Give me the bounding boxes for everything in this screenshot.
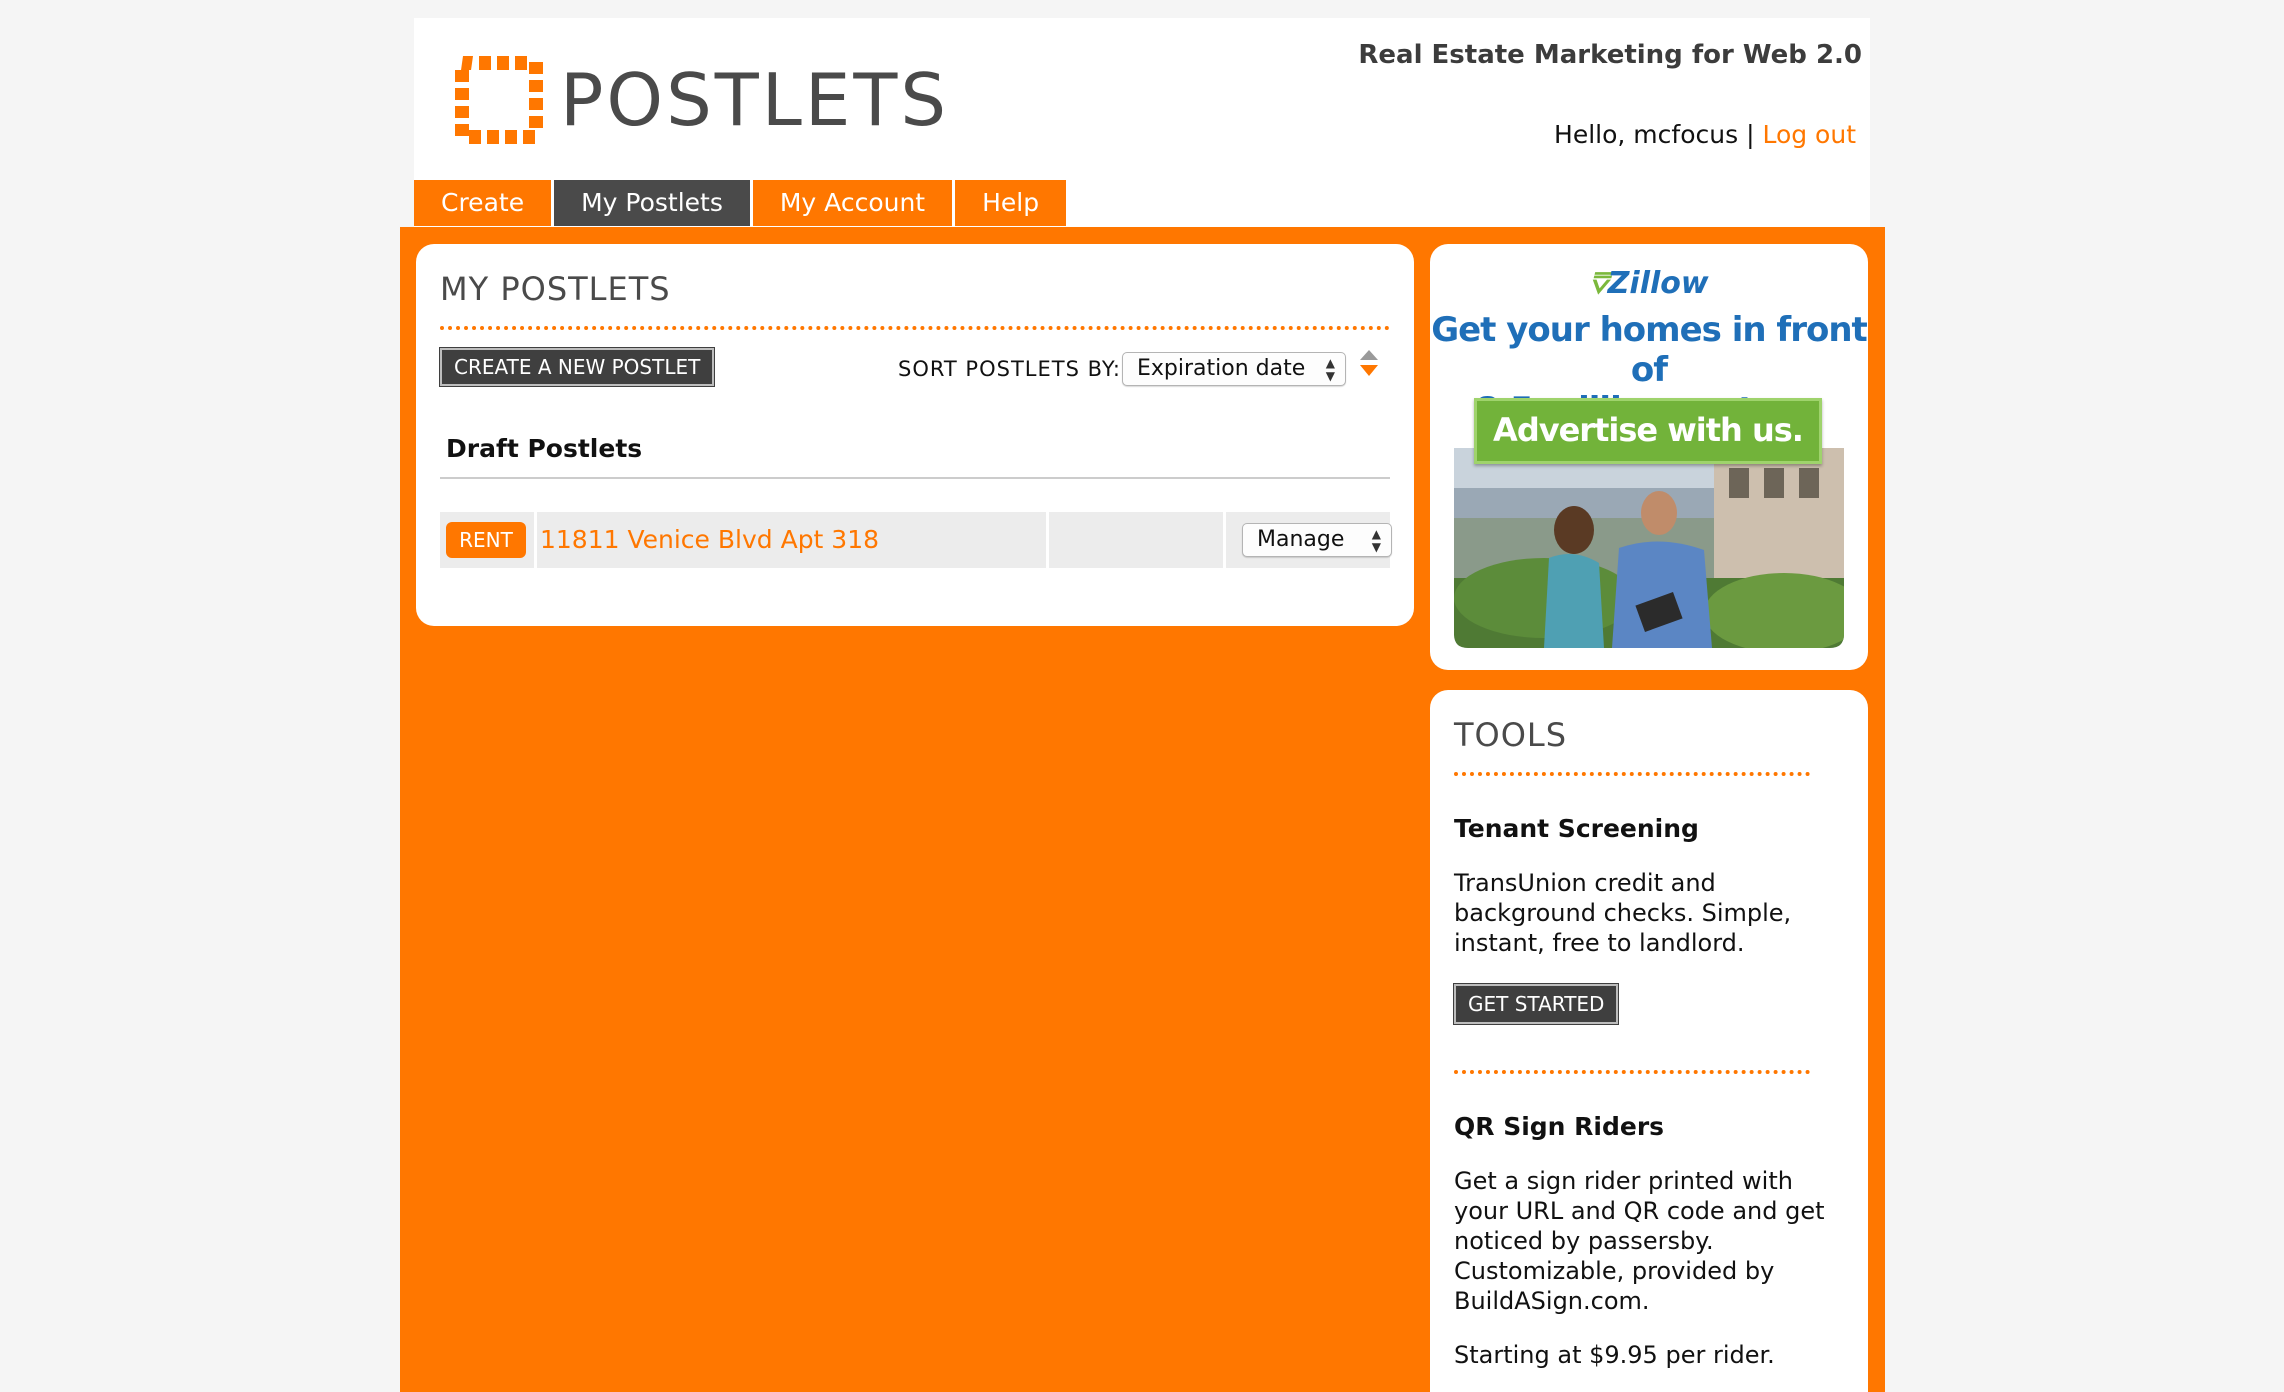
get-started-button[interactable]: GET STARTED [1452,983,1620,1025]
advertise-button[interactable]: Advertise with us. [1474,398,1822,464]
zillow-brand: Zillow [1607,266,1709,301]
tab-my-account[interactable]: My Account [752,180,953,226]
ad-photo [1454,448,1844,648]
greeting-separator: | [1746,120,1755,149]
manage-select[interactable]: Manage ▲ ▼ [1242,523,1392,557]
postlets-logo-icon [455,56,543,144]
tenant-screening-text: TransUnion credit and background checks.… [1454,869,1792,957]
title-divider [440,326,1390,330]
sort-select[interactable]: Expiration date ▲ ▼ [1122,352,1346,386]
logo-wordmark[interactable]: POSTLETS [560,58,949,142]
select-arrows-icon: ▲ ▼ [1325,356,1335,383]
section-divider [440,477,1390,479]
cell-divider [1046,512,1049,568]
table-row: RENT 11811 Venice Blvd Apt 318 Manage ▲ ▼ [440,512,1392,568]
zillow-logo: ⩢Zillow [1430,266,1868,301]
greeting-text: Hello, mcfocus [1554,120,1739,149]
tools-title: TOOLS [1454,716,1568,754]
manage-select-value: Manage [1257,527,1345,552]
tab-my-postlets[interactable]: My Postlets [554,180,750,226]
main-nav: Create My Postlets My Account Help [414,180,1069,226]
zillow-z-icon: ⩢ [1589,266,1608,301]
user-greeting: Hello, mcfocus | Log out [1554,120,1856,149]
page-title: MY POSTLETS [440,270,671,308]
rent-badge: RENT [446,522,526,558]
tools-item-divider [1454,1070,1810,1074]
tab-create[interactable]: Create [414,180,552,226]
cell-divider [1223,512,1226,568]
draft-postlets-heading: Draft Postlets [446,434,643,463]
listing-address-link[interactable]: 11811 Venice Blvd Apt 318 [540,522,879,558]
ad-headline-line1: Get your homes in front of [1431,310,1868,390]
qr-sign-riders-price: Starting at $9.95 per rider. [1454,1341,1775,1369]
tenant-screening-heading: Tenant Screening [1454,814,1699,843]
sort-select-value: Expiration date [1137,356,1306,381]
qr-sign-riders-text: Get a sign rider printed with your URL a… [1454,1167,1825,1315]
my-postlets-panel: MY POSTLETS CREATE A NEW POSTLET SORT PO… [416,244,1414,626]
sort-label: SORT POSTLETS BY: [898,357,1121,381]
logout-link[interactable]: Log out [1762,120,1856,149]
tools-title-divider [1454,772,1810,776]
qr-sign-riders-heading: QR Sign Riders [1454,1112,1665,1141]
tab-help[interactable]: Help [955,180,1067,226]
select-arrows-icon: ▲ ▼ [1371,527,1381,554]
create-new-postlet-button[interactable]: CREATE A NEW POSTLET [438,347,716,387]
zillow-ad-panel[interactable]: ⩢Zillow Get your homes in front of 8.5 m… [1430,244,1868,670]
cell-divider [534,512,537,568]
sort-direction-icon[interactable] [1358,348,1380,380]
tools-panel: TOOLS Tenant Screening TransUnion credit… [1430,690,1868,1392]
site-tagline: Real Estate Marketing for Web 2.0 [1358,40,1862,70]
